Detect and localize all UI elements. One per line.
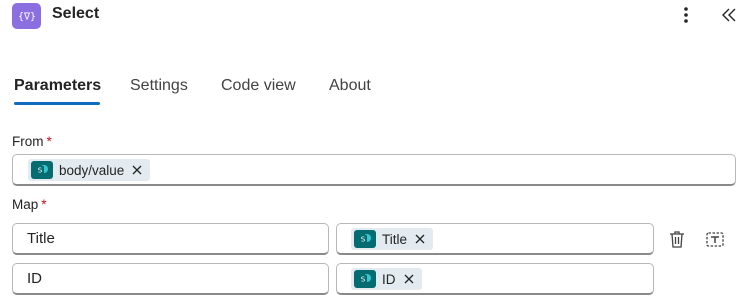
id-token[interactable]: S ID <box>351 268 422 290</box>
trash-icon[interactable] <box>666 228 688 250</box>
from-label: From * <box>12 134 52 149</box>
required-mark: * <box>41 197 47 212</box>
tab-about[interactable]: About <box>329 77 371 95</box>
switch-to-text-mode-icon[interactable] <box>704 228 726 250</box>
required-mark: * <box>46 134 52 149</box>
map-key-value: ID <box>27 270 42 287</box>
svg-text:{∇}: {∇} <box>19 12 35 23</box>
more-vertical-icon[interactable] <box>676 4 696 26</box>
sharepoint-icon: S <box>354 230 376 248</box>
tab-parameters[interactable]: Parameters <box>14 77 101 95</box>
from-input[interactable]: S body/value <box>12 154 736 186</box>
select-action-icon: {∇} <box>12 3 41 29</box>
tab-code-view[interactable]: Code view <box>221 77 296 95</box>
token-label: ID <box>382 271 396 287</box>
map-key-input[interactable]: Title <box>12 223 329 255</box>
svg-text:S: S <box>361 236 366 244</box>
token-label: body/value <box>59 162 125 178</box>
token-label: Title <box>382 231 408 247</box>
title-token[interactable]: S Title <box>351 228 434 250</box>
map-label: Map * <box>12 197 47 212</box>
double-chevron-left-icon[interactable] <box>718 4 740 26</box>
map-key-input[interactable]: ID <box>12 263 329 295</box>
close-icon[interactable] <box>132 165 142 175</box>
svg-text:S: S <box>38 167 43 175</box>
body-value-token[interactable]: S body/value <box>28 159 151 181</box>
map-value-input[interactable]: S ID <box>336 263 654 295</box>
tab-settings[interactable]: Settings <box>130 77 188 95</box>
active-tab-indicator <box>14 102 100 105</box>
svg-text:S: S <box>361 276 366 284</box>
close-icon[interactable] <box>415 234 425 244</box>
map-key-value: Title <box>27 230 55 247</box>
map-value-input[interactable]: S Title <box>336 223 654 255</box>
action-title[interactable]: Select <box>52 5 99 23</box>
close-icon[interactable] <box>404 274 414 284</box>
sharepoint-icon: S <box>31 161 53 179</box>
sharepoint-icon: S <box>354 270 376 288</box>
